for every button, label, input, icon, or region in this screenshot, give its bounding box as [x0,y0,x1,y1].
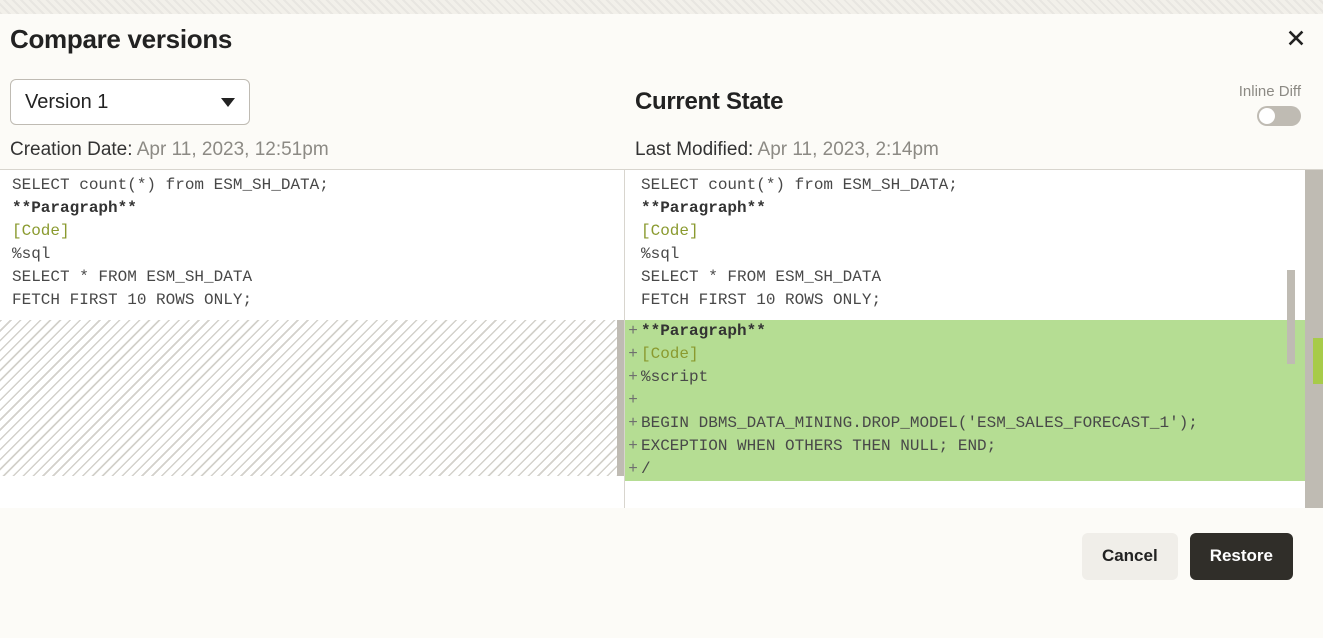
last-modified-label: Last Modified: [635,139,753,160]
added-line: +EXCEPTION WHEN OTHERS THEN NULL; END; [625,435,1323,458]
right-meta-column: Current State Last Modified: Apr 11, 202… [635,79,1313,161]
code-line [641,389,1323,412]
close-button[interactable] [1285,27,1307,53]
right-diff-pane[interactable]: SELECT count(*) from ESM_SH_DATA; **Para… [625,170,1323,508]
paragraph-heading: **Paragraph** [641,320,1323,343]
added-diff-block: +**Paragraph** +[Code] +%script + +BEGIN… [625,320,1323,481]
paragraph-heading: **Paragraph** [12,197,612,220]
dialog-title: Compare versions [10,24,232,55]
creation-date-label: Creation Date: [10,139,133,160]
plus-icon: + [625,366,641,389]
code-tag: [Code] [625,220,1323,243]
left-meta-column: Version 1 Creation Date: Apr 11, 2023, 1… [10,79,635,161]
last-modified-value: Apr 11, 2023, 2:14pm [758,139,939,160]
code-tag: [Code] [12,220,612,243]
compare-versions-dialog: Compare versions Version 1 Creation Date… [0,14,1323,604]
added-line: +%script [625,366,1323,389]
code-line: FETCH FIRST 10 ROWS ONLY; [12,289,612,312]
last-modified-line: Last Modified: Apr 11, 2023, 2:14pm [635,139,1313,161]
inline-diff-control: Inline Diff [1239,83,1301,126]
current-state-heading: Current State [635,79,1313,125]
close-icon [1285,27,1307,49]
code-line: %sql [12,243,612,266]
secondary-scroll-track[interactable] [1287,270,1295,364]
plus-icon: + [625,343,641,366]
plus-icon: + [625,389,641,412]
code-line: BEGIN DBMS_DATA_MINING.DROP_MODEL('ESM_S… [641,412,1323,435]
meta-row: Version 1 Creation Date: Apr 11, 2023, 1… [0,63,1323,170]
added-line: + [625,389,1323,412]
decorative-top-texture [0,0,1323,14]
added-line: +/ [625,458,1323,481]
code-line: FETCH FIRST 10 ROWS ONLY; [625,289,1323,312]
paragraph-heading: **Paragraph** [625,197,1323,220]
code-tag: [Code] [641,343,1323,366]
added-line: +[Code] [625,343,1323,366]
plus-icon: + [625,412,641,435]
version-select[interactable]: Version 1 [10,79,250,125]
creation-date-value: Apr 11, 2023, 12:51pm [137,139,329,160]
plus-icon: + [625,458,641,481]
added-line: +**Paragraph** [625,320,1323,343]
added-line: +BEGIN DBMS_DATA_MINING.DROP_MODEL('ESM_… [625,412,1323,435]
overview-ruler-marker[interactable] [1313,338,1323,384]
missing-block-placeholder [0,320,625,476]
code-line: / [641,458,1323,481]
inline-diff-label: Inline Diff [1239,83,1301,100]
dialog-footer: Cancel Restore [0,508,1323,604]
diff-panes: SELECT count(*) from ESM_SH_DATA; **Para… [0,170,1323,508]
code-line: %script [641,366,1323,389]
cancel-button[interactable]: Cancel [1082,533,1178,580]
inline-diff-toggle[interactable] [1257,106,1301,126]
plus-icon: + [625,435,641,458]
code-line: SELECT count(*) from ESM_SH_DATA; [625,174,1323,197]
version-select-value: Version 1 [25,91,108,114]
code-line: SELECT * FROM ESM_SH_DATA [12,266,612,289]
dialog-header: Compare versions [0,14,1323,63]
code-line: %sql [625,243,1323,266]
restore-button[interactable]: Restore [1190,533,1293,580]
plus-icon: + [625,320,641,343]
code-line: SELECT * FROM ESM_SH_DATA [625,266,1323,289]
spacer [625,312,1323,320]
left-diff-pane[interactable]: SELECT count(*) from ESM_SH_DATA; **Para… [0,170,625,508]
creation-date-line: Creation Date: Apr 11, 2023, 12:51pm [10,139,635,161]
code-line: EXCEPTION WHEN OTHERS THEN NULL; END; [641,435,1323,458]
code-line: SELECT count(*) from ESM_SH_DATA; [12,174,612,197]
chevron-down-icon [221,98,235,107]
